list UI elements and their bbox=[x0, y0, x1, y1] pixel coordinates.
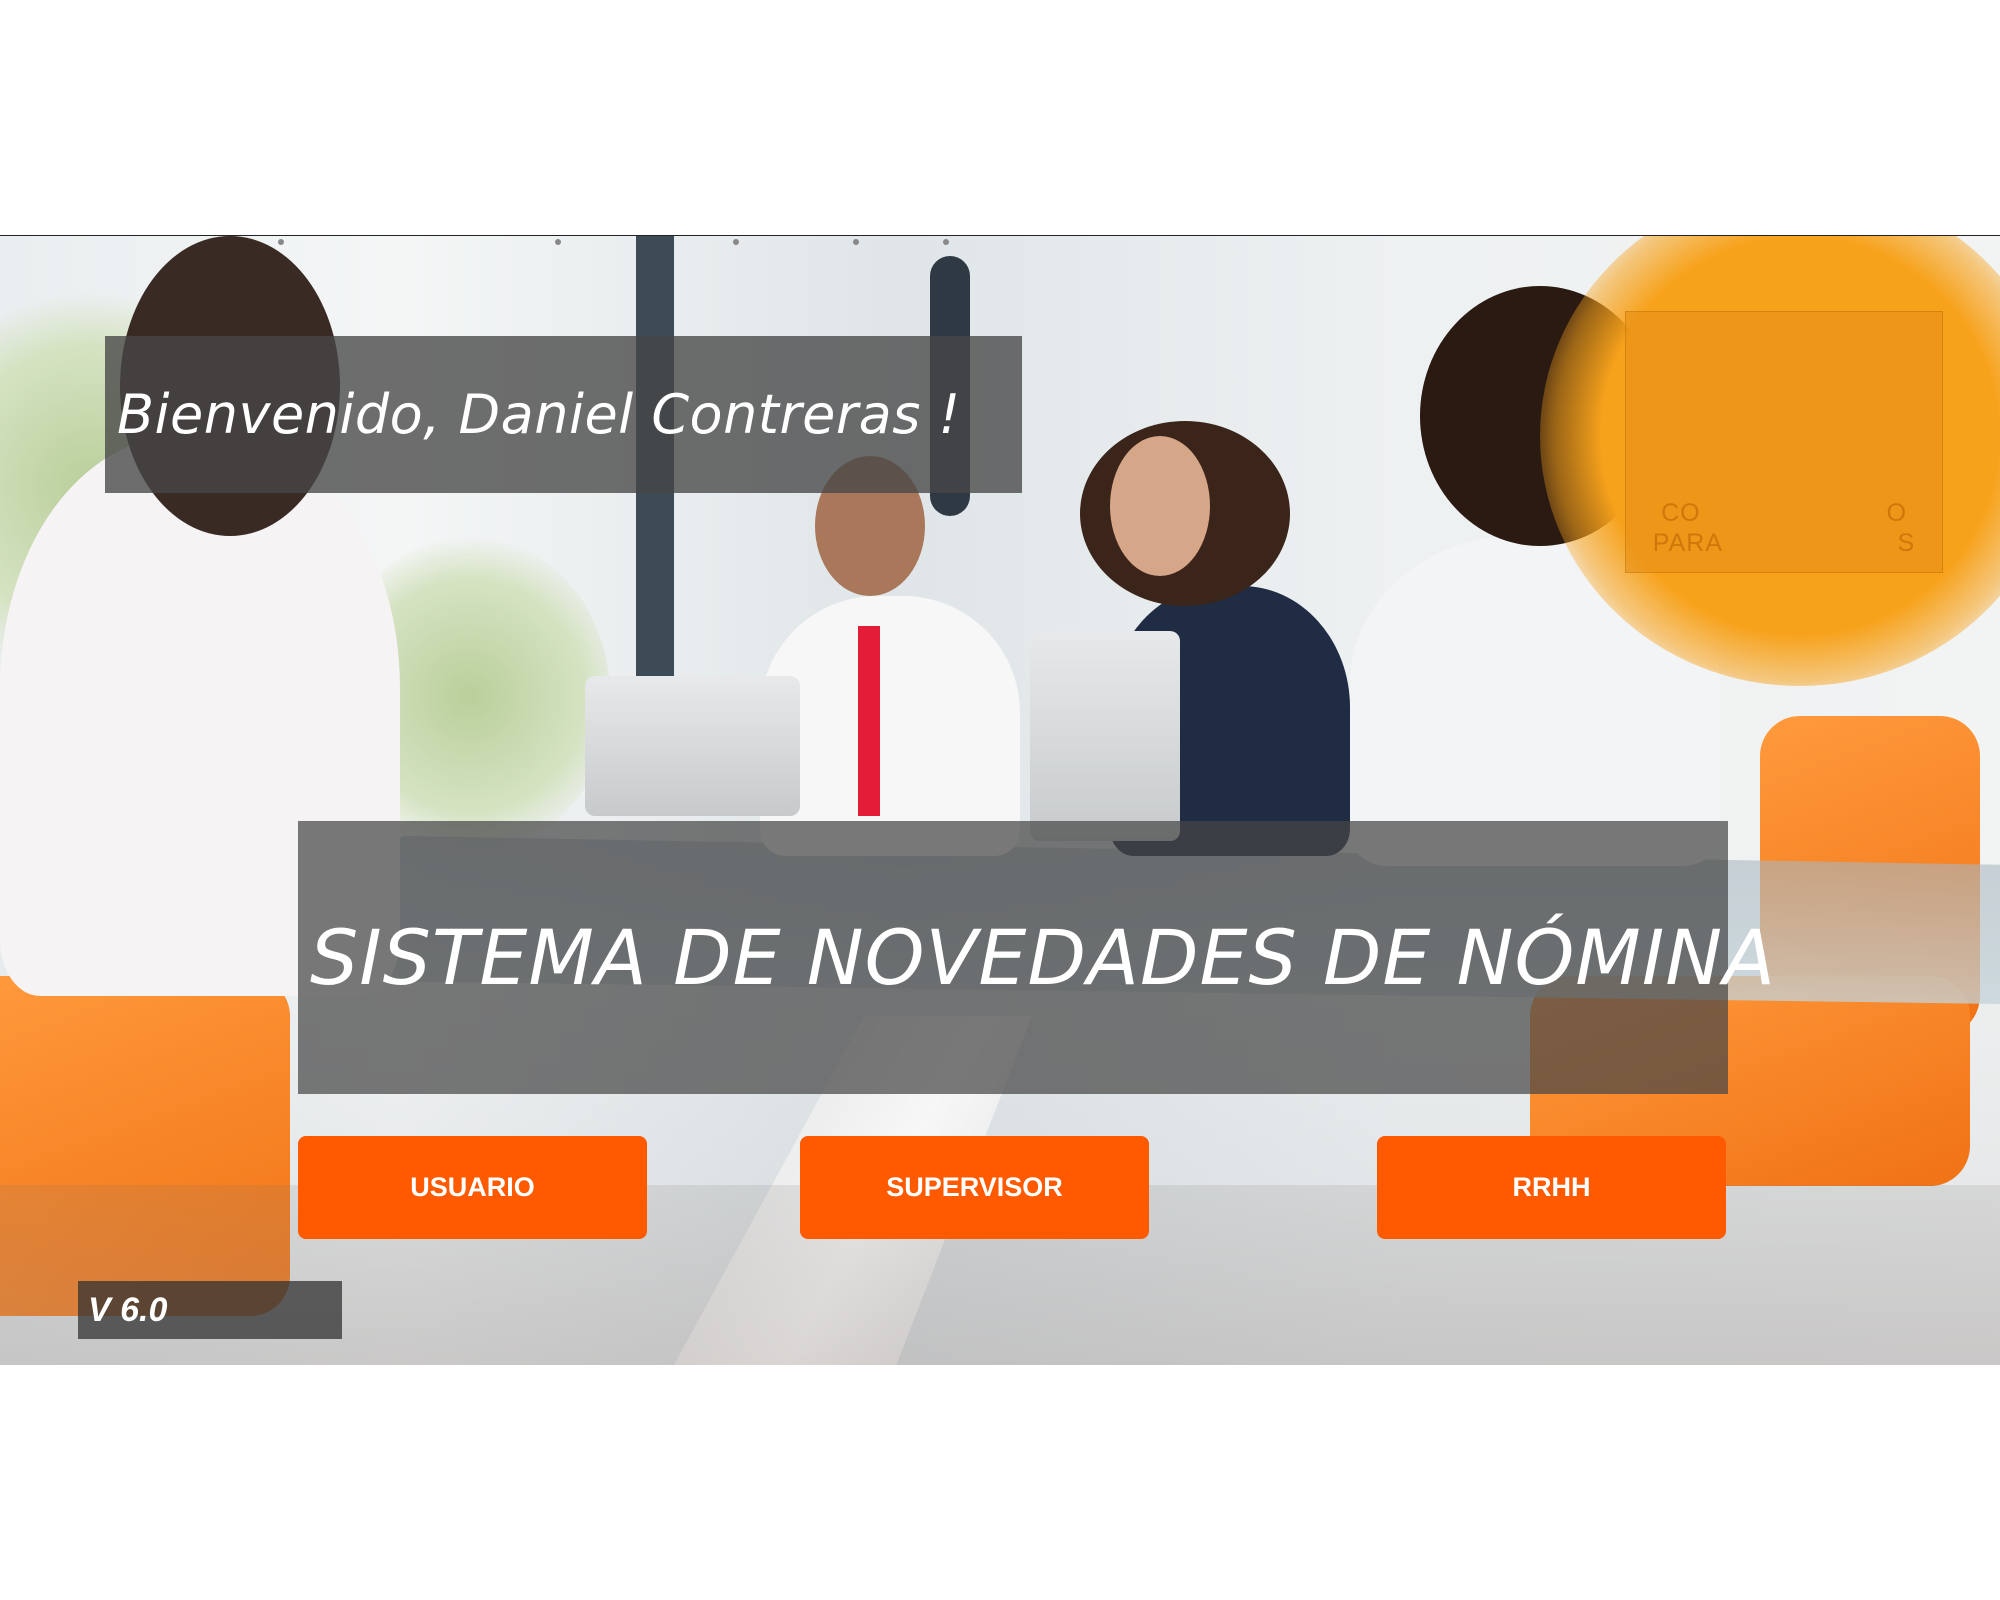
person-center-right-face bbox=[1110, 436, 1210, 576]
resize-handle bbox=[278, 239, 284, 245]
version-text: V 6.0 bbox=[88, 1290, 168, 1329]
welcome-banner: Bienvenido, Daniel Contreras ! bbox=[105, 336, 1022, 493]
badge-text-line2-end: S bbox=[1897, 529, 1916, 557]
welcome-text: Bienvenido, Daniel Contreras ! bbox=[117, 383, 961, 446]
badge-text-line2: PARA bbox=[1652, 529, 1722, 557]
laptop bbox=[1030, 631, 1180, 841]
resize-handle bbox=[853, 239, 859, 245]
laptop bbox=[585, 676, 800, 816]
badge-text-line1-end: O bbox=[1886, 499, 1907, 527]
title-panel: SISTEMA DE NOVEDADES DE NÓMINA bbox=[298, 821, 1775, 1094]
resize-handle bbox=[555, 239, 561, 245]
red-tie bbox=[858, 626, 880, 816]
supervisor-button[interactable]: SUPERVISOR bbox=[800, 1136, 1149, 1239]
orange-badge: CO O PARA S bbox=[1625, 311, 1943, 573]
rrhh-button[interactable]: RRHH bbox=[1377, 1136, 1726, 1239]
resize-handle bbox=[943, 239, 949, 245]
resize-handle bbox=[733, 239, 739, 245]
badge-text-line1: CO bbox=[1661, 499, 1701, 527]
usuario-button[interactable]: USUARIO bbox=[298, 1136, 647, 1239]
login-screen: Bienvenido, Daniel Contreras ! CO O PARA… bbox=[0, 235, 2000, 1365]
version-badge: V 6.0 bbox=[78, 1281, 342, 1339]
page-title: SISTEMA DE NOVEDADES DE NÓMINA bbox=[310, 913, 1777, 1002]
